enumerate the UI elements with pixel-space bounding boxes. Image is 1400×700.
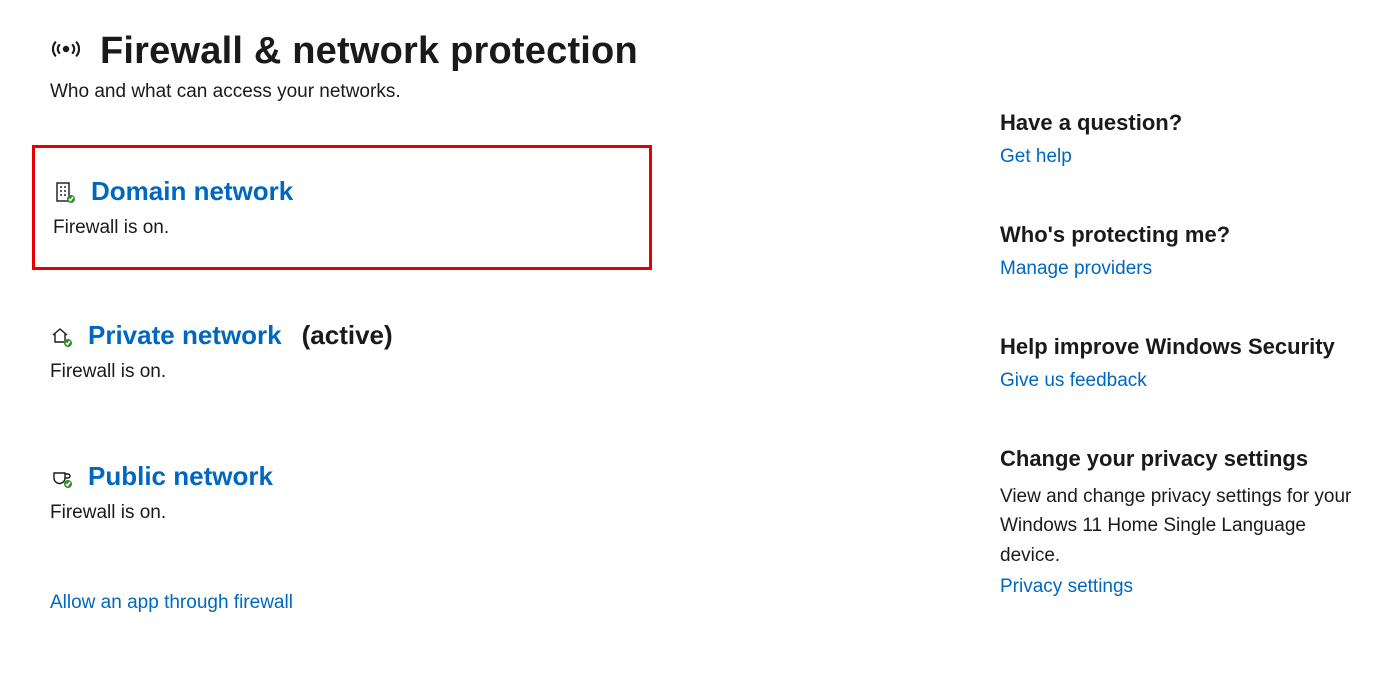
private-network-title[interactable]: Private network	[88, 320, 282, 351]
right-sidebar: Have a question? Get help Who's protecti…	[960, 0, 1400, 700]
page-subtitle: Who and what can access your networks.	[50, 81, 910, 103]
allow-app-link[interactable]: Allow an app through firewall	[50, 592, 910, 614]
domain-network-block[interactable]: Domain network Firewall is on.	[32, 145, 652, 270]
main-panel: Firewall & network protection Who and wh…	[0, 0, 960, 700]
home-network-icon	[50, 324, 74, 348]
give-feedback-link[interactable]: Give us feedback	[1000, 370, 1147, 392]
public-network-head: Public network	[50, 461, 646, 492]
domain-network-title[interactable]: Domain network	[91, 176, 293, 207]
privacy-section: Change your privacy settings View and ch…	[1000, 446, 1360, 598]
privacy-settings-link[interactable]: Privacy settings	[1000, 576, 1133, 598]
public-network-block[interactable]: Public network Firewall is on.	[50, 433, 670, 552]
privacy-heading: Change your privacy settings	[1000, 446, 1360, 472]
antenna-icon	[50, 33, 82, 70]
public-network-title[interactable]: Public network	[88, 461, 273, 492]
privacy-desc: View and change privacy settings for you…	[1000, 482, 1360, 570]
help-heading: Have a question?	[1000, 110, 1360, 136]
page-title: Firewall & network protection	[100, 30, 638, 73]
protecting-heading: Who's protecting me?	[1000, 222, 1360, 248]
help-section: Have a question? Get help	[1000, 110, 1360, 168]
domain-network-head: Domain network	[53, 176, 631, 207]
coffee-icon	[50, 465, 74, 489]
private-network-block[interactable]: Private network (active) Firewall is on.	[50, 292, 670, 411]
private-network-head: Private network (active)	[50, 320, 646, 351]
public-network-status: Firewall is on.	[50, 502, 646, 524]
private-network-active-label: (active)	[302, 320, 393, 351]
manage-providers-link[interactable]: Manage providers	[1000, 258, 1152, 280]
private-network-status: Firewall is on.	[50, 361, 646, 383]
get-help-link[interactable]: Get help	[1000, 146, 1072, 168]
improve-heading: Help improve Windows Security	[1000, 334, 1360, 360]
page-header: Firewall & network protection	[50, 30, 910, 73]
protecting-section: Who's protecting me? Manage providers	[1000, 222, 1360, 280]
domain-network-status: Firewall is on.	[53, 217, 631, 239]
improve-section: Help improve Windows Security Give us fe…	[1000, 334, 1360, 392]
building-icon	[53, 180, 77, 204]
